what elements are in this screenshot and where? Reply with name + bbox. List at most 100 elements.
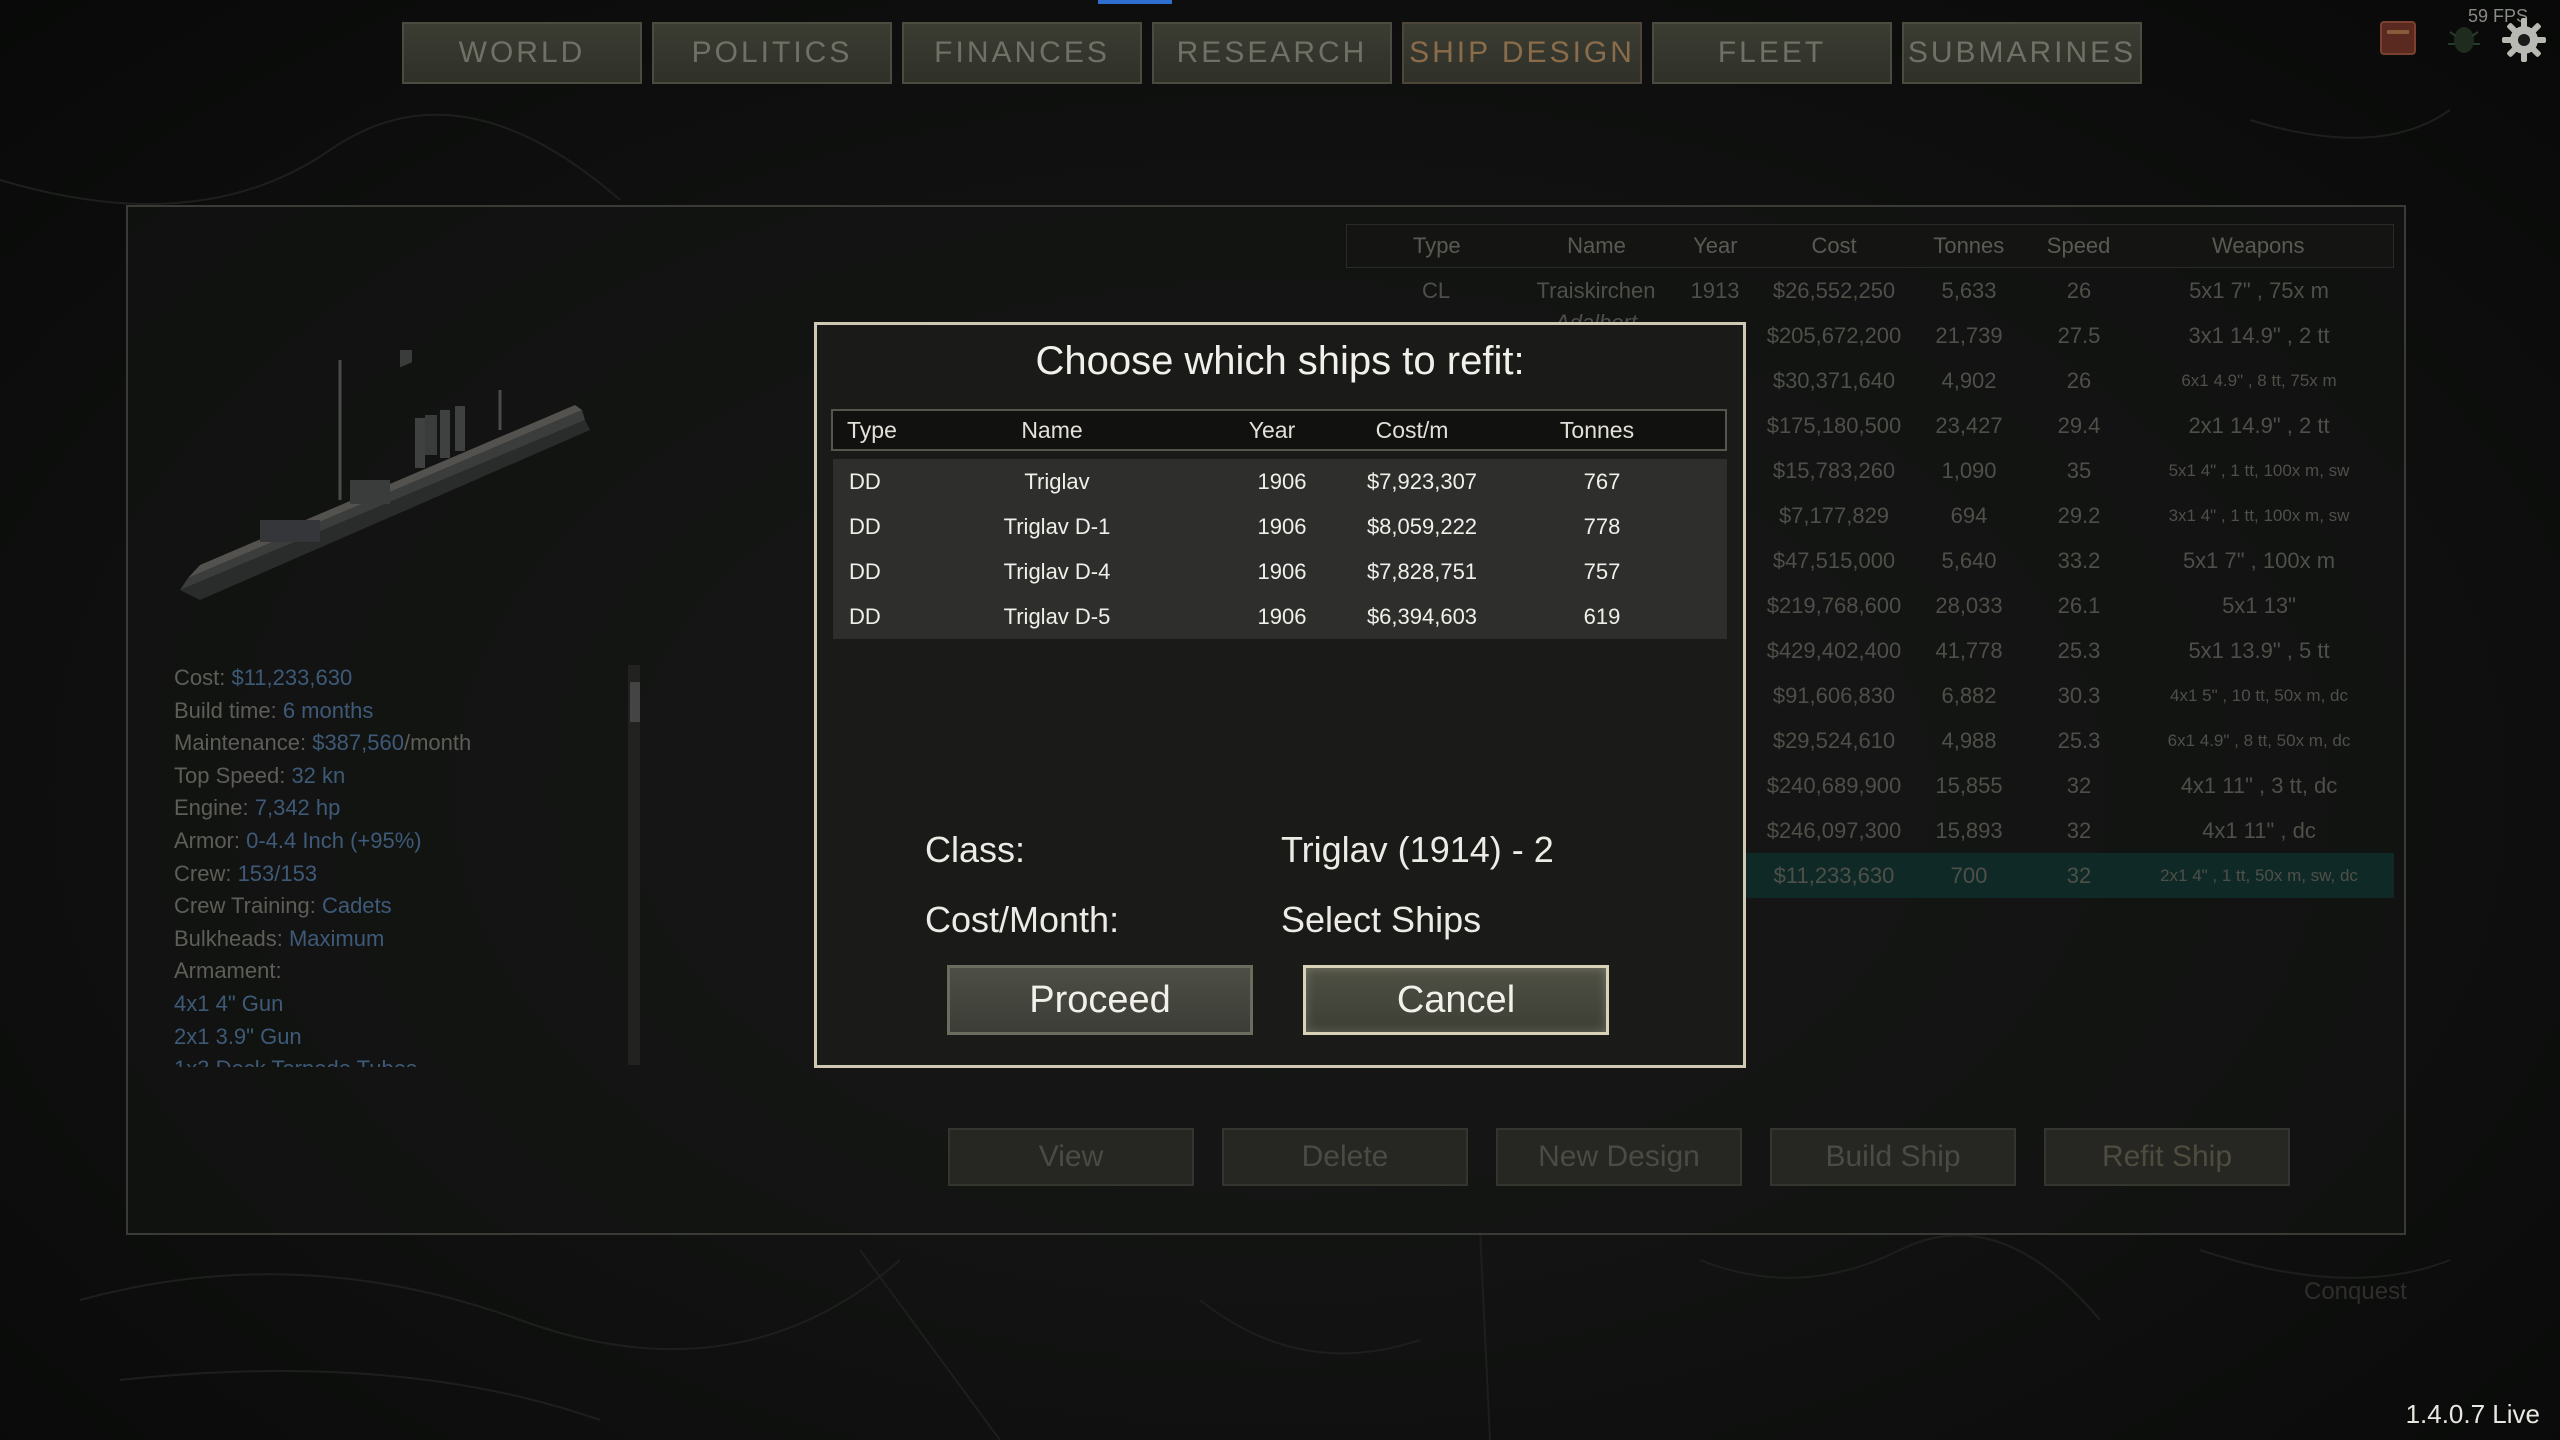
ship-cell-tonnes: 41,778 [1935,637,2003,663]
new-design-button[interactable]: New Design [1496,1128,1742,1186]
refit-ship-row[interactable]: DD Triglav D-1 1906 $8,059,222 778 [833,504,1727,549]
tab-submarines[interactable]: SUBMARINES [1902,22,2142,84]
info-cost: Cost: $11,233,630 [174,665,353,690]
ship-cell-speed: 30.3 [2057,682,2101,708]
ship-table-row[interactable]: CL Traiskirchen 1913 $26,552,250 5,633 26 5x1 … [1346,268,2394,313]
ship-cell-cost: $91,606,830 [1772,682,1896,708]
cost-month-value: Select Ships [1281,899,1482,940]
refit-cell-type: DD [849,513,881,539]
ship-table-header: Type Name Year Cost Tonnes Speed Weapons [1346,224,2394,268]
ship-cell-speed: 26 [2066,367,2092,393]
build-ship-button[interactable]: Build Ship [1770,1128,2016,1186]
view-button[interactable]: View [948,1128,1194,1186]
refit-cell-tonnes: 619 [1583,603,1621,629]
ship-info: Cost: $11,233,630 Build time: 6 months M… [174,662,471,1067]
ship-cell-name: Traiskirchen [1536,277,1656,303]
info-top-speed: Top Speed: 32 kn [174,762,346,788]
ship-cell-tonnes: 15,893 [1935,817,2003,843]
ship-cell-tonnes: 5,633 [1941,277,1997,303]
ship-cell-speed: 32 [2066,772,2092,798]
ship-cell-weapons: 6x1 4.9" , 8 tt, 75x m [2181,370,2337,390]
ship-cell-speed: 25.3 [2057,637,2101,663]
ship-cell-cost: $240,689,900 [1766,772,1902,798]
info-bulkheads: Bulkheads: Maximum [174,925,385,951]
refit-cell-year: 1906 [1257,603,1307,629]
ship-cell-speed: 32 [2066,862,2092,888]
info-scrollbar[interactable] [628,665,640,1065]
tab-ship-design[interactable]: SHIP DESIGN [1402,22,1642,84]
info-build-time: Build time: 6 months [174,697,374,723]
ship-preview-image [180,350,590,600]
info-crew-training: Crew Training: Cadets [174,893,392,919]
refit-cell-type: DD [849,603,881,629]
ship-cell-speed: 25.3 [2057,727,2101,753]
ship-cell-weapons: 5x1 7" , 100x m [2182,547,2336,573]
info-armament-3: 1x3 Deck Torpedo Tubes [174,1053,471,1067]
ship-cell-weapons: 6x1 4.9" , 8 tt, 50x m, dc [2167,730,2351,750]
ship-cell-tonnes: 5,640 [1941,547,1997,573]
tab-research[interactable]: RESEARCH [1152,22,1392,84]
refit-cell-year: 1906 [1257,558,1307,584]
class-label: Class: [925,829,1026,870]
design-action-buttons: View Delete New Design Build Ship Refit … [948,1128,2290,1186]
ship-cell-cost: $7,177,829 [1778,502,1890,528]
ship-cell-speed: 33.2 [2057,547,2101,573]
refit-ship-row[interactable]: DD Triglav D-4 1906 $7,828,751 757 [833,549,1727,594]
ship-cell-speed: 26.1 [2057,592,2101,618]
tab-world[interactable]: WORLD [402,22,642,84]
ship-cell-speed: 26 [2066,277,2092,303]
info-engine: Engine: 7,342 hp [174,795,341,821]
ship-cell-cost: $175,180,500 [1766,412,1902,438]
cancel-button[interactable]: Cancel [1303,965,1609,1035]
ship-cell-speed: 29.2 [2057,502,2101,528]
info-armament-1: 4x1 4" Gun [174,990,284,1016]
ship-cell-weapons: 5x1 7" , 75x m [2189,277,2329,303]
ship-cell-cost: $246,097,300 [1766,817,1902,843]
ship-cell-type: CL [1421,277,1451,303]
book-icon[interactable] [2378,16,2418,60]
refit-cell-name: Triglav D-5 [1003,603,1111,629]
tab-politics[interactable]: POLITICS [652,22,892,84]
ship-cell-cost: $205,672,200 [1766,322,1902,348]
info-scrollbar-thumb[interactable] [630,682,640,722]
ship-cell-cost: $47,515,000 [1772,547,1896,573]
version-label: 1.4.0.7 Live [2405,1399,2540,1429]
ship-cell-weapons: 5x1 13" [2222,592,2296,618]
ship-cell-speed: 32 [2066,817,2092,843]
ship-cell-tonnes: 700 [1950,862,1988,888]
delete-button[interactable]: Delete [1222,1128,1468,1186]
refit-cell-tonnes: 767 [1583,468,1621,494]
bug-icon[interactable] [2444,16,2484,60]
ship-cell-tonnes: 694 [1950,502,1988,528]
refit-ship-row[interactable]: DD Triglav 1906 $7,923,307 767 [833,459,1727,504]
refit-cell-cost: $7,923,307 [1366,468,1478,494]
ship-cell-speed: 27.5 [2057,322,2101,348]
refit-ship-row[interactable]: DD Triglav D-5 1906 $6,394,603 619 [833,594,1727,639]
cost-month-label: Cost/Month: [925,899,1120,940]
ship-cell-speed: 35 [2066,457,2092,483]
tab-fleet[interactable]: FLEET [1652,22,1892,84]
refit-ship-button[interactable]: Refit Ship [2044,1128,2290,1186]
proceed-button[interactable]: Proceed [947,965,1253,1035]
info-armament-2: 2x1 3.9" Gun [174,1023,302,1049]
top-navigation: WORLD POLITICS FINANCES RESEARCH SHIP DE… [402,22,2142,84]
nav-active-indicator [1098,0,1172,4]
ship-cell-tonnes: 1,090 [1941,457,1997,483]
ship-cell-cost: $26,552,250 [1772,277,1896,303]
ship-cell-weapons: 4x1 5" , 10 tt, 50x m, dc [2169,685,2348,705]
ship-cell-weapons: 4x1 11" , 3 tt, dc [2180,772,2338,798]
ship-cell-cost: $11,233,630 [1773,862,1895,888]
info-armament: Armament: [174,958,282,984]
ship-cell-tonnes: 23,427 [1935,412,2003,438]
ship-cell-cost: $15,783,260 [1772,457,1896,483]
ship-cell-cost: $29,524,610 [1772,727,1896,753]
ship-cell-weapons: 2x1 4" , 1 tt, 50x m, sw, dc [2160,865,2358,885]
gear-icon[interactable] [2500,16,2548,64]
refit-cell-cost: $7,828,751 [1366,558,1478,584]
refit-cell-cost: $6,394,603 [1366,603,1478,629]
tab-finances[interactable]: FINANCES [902,22,1142,84]
refit-dialog: Choose which ships to refit: Type Name Y… [814,322,1746,1068]
refit-cell-cost: $8,059,222 [1366,513,1478,539]
refit-cell-type: DD [849,558,881,584]
ship-cell-weapons: 3x1 14.9" , 2 tt [2188,322,2330,348]
